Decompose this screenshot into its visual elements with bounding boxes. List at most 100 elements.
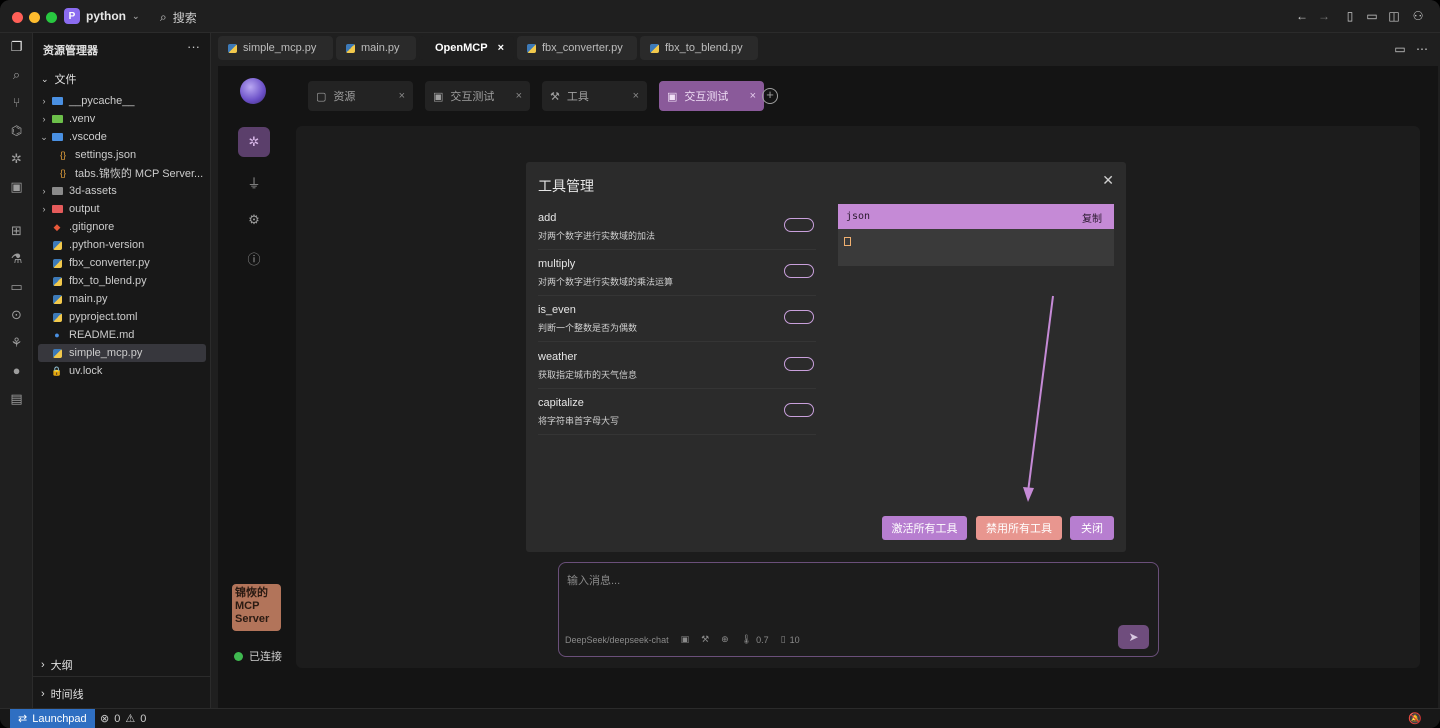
toggle-secondary-sidebar-icon[interactable]: ◫ — [1387, 9, 1401, 23]
context-control[interactable]: ▯ 10 — [781, 634, 800, 645]
debug-nav-icon[interactable]: ✲ — [238, 127, 270, 157]
tab-interaction[interactable]: ▣ 交互测试 × — [425, 81, 530, 111]
tree-item[interactable]: › output — [38, 200, 206, 218]
toggle-panel-icon[interactable]: ▭ — [1365, 9, 1379, 23]
editor-tabs: simple_mcp.py main.py OpenMCP × fbx_conv… — [218, 36, 758, 62]
tool-toggle[interactable] — [784, 403, 814, 417]
send-button[interactable]: ➤ — [1118, 625, 1149, 649]
tab-openmcp[interactable]: OpenMCP × — [419, 36, 514, 60]
toggle-sidebar-icon[interactable]: ▯ — [1343, 9, 1357, 23]
info-icon[interactable]: ⓘ — [238, 243, 270, 273]
openmcp-icon[interactable]: ● — [9, 363, 24, 378]
launchpad-button[interactable]: ⇄ Launchpad — [10, 709, 95, 728]
timeline-section-header[interactable]: › 时间线 — [41, 686, 84, 702]
problems-indicator[interactable]: ⊗ 0 ⚠ 0 — [100, 712, 146, 726]
tool-toggle[interactable] — [784, 357, 814, 371]
monitor-icon[interactable]: ▭ — [9, 279, 24, 294]
temperature-control[interactable]: 🌡 0.7 — [741, 634, 769, 645]
tree-item-label: main.py — [69, 293, 108, 305]
tab-main[interactable]: main.py — [336, 36, 416, 60]
debug-icon[interactable]: ✲ — [9, 151, 24, 166]
tree-item[interactable]: {} settings.json — [38, 146, 206, 164]
tab-tools[interactable]: ⚒ 工具 × — [542, 81, 647, 111]
folder-icon — [50, 96, 64, 106]
close-dialog-button[interactable]: 关闭 — [1070, 516, 1114, 540]
accounts-icon[interactable]: ⚇ — [1411, 9, 1425, 23]
project-switcher[interactable]: P python ⌄ — [64, 8, 140, 24]
outline-section-header[interactable]: › 大纲 — [41, 657, 73, 673]
search-icon[interactable]: ⌕ — [9, 67, 24, 82]
disable-all-tools-button[interactable]: 禁用所有工具 — [976, 516, 1062, 540]
globe-icon[interactable]: ⊕ — [721, 634, 729, 645]
server-card[interactable]: 锦恢的 MCP Server — [232, 584, 281, 631]
tree-item[interactable]: .python-version — [38, 236, 206, 254]
close-icon[interactable]: × — [750, 90, 756, 102]
tree-item[interactable]: {} tabs.锦恢的 MCP Server... — [38, 164, 206, 182]
settings-icon[interactable]: ⚙ — [238, 205, 270, 235]
wrench-icon[interactable]: ⚒ — [701, 634, 709, 645]
tree-item[interactable]: › 3d-assets — [38, 182, 206, 200]
source-control-icon[interactable]: ⑂ — [9, 95, 24, 110]
tree-item-label: output — [69, 203, 100, 215]
git-icon: ◆ — [53, 221, 61, 232]
back-arrow-icon[interactable]: ← — [1295, 9, 1309, 23]
tree-item[interactable]: fbx_converter.py — [38, 254, 206, 272]
close-icon[interactable]: ✕ — [1102, 172, 1114, 189]
testing-icon[interactable]: ⚗ — [9, 251, 24, 266]
notification-bell-icon[interactable]: 🔕 — [1408, 712, 1422, 725]
tree-item-selected[interactable]: simple_mcp.py — [38, 344, 206, 362]
tool-toggle[interactable] — [784, 218, 814, 232]
chat-input-box[interactable]: 输入消息... DeepSeek/deepseek-chat ▣ ⚒ ⊕ 🌡 0.… — [558, 562, 1159, 657]
run-icon[interactable]: ⊙ — [9, 307, 24, 322]
python-file-icon — [527, 43, 536, 53]
extensions-icon[interactable]: ⊞ — [9, 223, 24, 238]
tree-icon[interactable]: ⚘ — [9, 335, 24, 350]
tree-item[interactable]: › .venv — [38, 110, 206, 128]
tree-item[interactable]: main.py — [38, 290, 206, 308]
tab-interaction-active[interactable]: ▣ 交互测试 × — [659, 81, 764, 111]
prompt-icon[interactable]: ▣ — [681, 634, 690, 645]
copy-button[interactable]: 复制 — [1082, 210, 1102, 225]
tool-toggle[interactable] — [784, 310, 814, 324]
chevron-right-icon: › — [42, 96, 46, 106]
minimize-window-button[interactable] — [29, 12, 40, 23]
close-icon[interactable]: × — [498, 42, 504, 54]
close-window-button[interactable] — [12, 12, 23, 23]
tab-simple-mcp[interactable]: simple_mcp.py — [218, 36, 333, 60]
tab-label: 资源 — [333, 91, 356, 103]
chat-icon[interactable]: ▤ — [9, 391, 24, 406]
tab-label: fbx_to_blend.py — [665, 42, 743, 54]
files-section-header[interactable]: ⌄ 文件 — [41, 71, 77, 87]
split-editor-icon[interactable]: ▭ — [1393, 42, 1407, 56]
tree-item[interactable]: ◆ .gitignore — [38, 218, 206, 236]
zoom-window-button[interactable] — [46, 12, 57, 23]
tree-item[interactable]: ● README.md — [38, 326, 206, 344]
close-icon[interactable]: × — [633, 90, 639, 102]
tool-toggle[interactable] — [784, 264, 814, 278]
tab-fbx-to-blend[interactable]: fbx_to_blend.py — [640, 36, 758, 60]
message-input[interactable]: 输入消息... — [567, 572, 620, 588]
model-selector[interactable]: DeepSeek/deepseek-chat — [565, 635, 669, 645]
forward-arrow-icon[interactable]: → — [1317, 9, 1331, 23]
remote-icon[interactable]: ⌬ — [9, 123, 24, 138]
command-search[interactable]: ⌕ 搜索 — [160, 9, 197, 26]
more-actions-button[interactable]: ··· — [187, 39, 200, 54]
enable-all-tools-button[interactable]: 激活所有工具 — [882, 516, 967, 540]
close-icon[interactable]: × — [399, 90, 405, 102]
explorer-icon[interactable]: ❐ — [9, 39, 24, 54]
tree-item[interactable]: fbx_to_blend.py — [38, 272, 206, 290]
tool-name: weather — [538, 351, 578, 363]
more-icon[interactable]: ⋯ — [1415, 42, 1429, 56]
add-tab-icon[interactable]: + — [762, 88, 778, 104]
tree-item[interactable]: 🔒 uv.lock — [38, 362, 206, 380]
tab-resources[interactable]: ▢ 资源 × — [308, 81, 413, 111]
tree-item[interactable]: › __pycache__ — [38, 92, 206, 110]
tab-label: 工具 — [566, 91, 589, 103]
tree-item[interactable]: pyproject.toml — [38, 308, 206, 326]
remote-explorer-icon[interactable]: ▣ — [9, 179, 24, 194]
tab-fbx-converter[interactable]: fbx_converter.py — [517, 36, 637, 60]
tree-item[interactable]: ⌄ .vscode — [38, 128, 206, 146]
title-bar: P python ⌄ ⌕ 搜索 ← → ▯ ▭ ◫ ⚇ — [0, 0, 1440, 33]
close-icon[interactable]: × — [516, 90, 522, 102]
plug-icon[interactable]: ⏚ — [238, 167, 270, 197]
